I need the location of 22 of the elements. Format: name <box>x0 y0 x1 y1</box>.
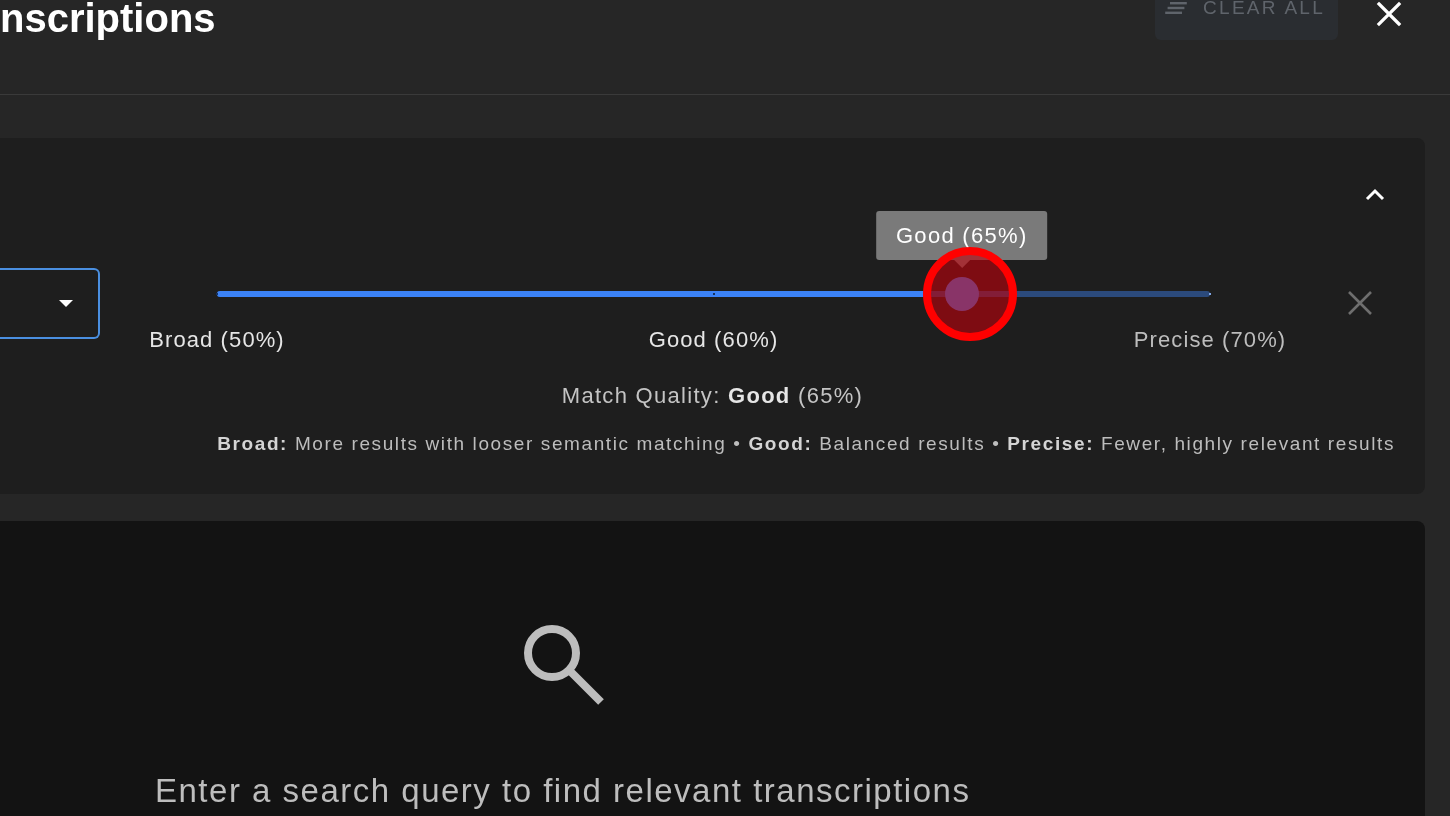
close-icon <box>1347 290 1373 316</box>
slider-track[interactable] <box>217 291 1210 297</box>
dropdown-field[interactable] <box>0 268 100 339</box>
tick-mark-icon <box>712 293 715 295</box>
caret-down-icon <box>59 300 73 307</box>
slider-mark-label: Precise (70%) <box>1133 327 1287 353</box>
legend-text: Broad: More results with looser semantic matching • Good: Balanced results • Precise: Fewer, highly relevant results <box>217 433 1395 455</box>
slider-tooltip: Good (65%) <box>875 211 1048 268</box>
tick-mark-icon <box>216 293 218 295</box>
chevron-up-icon <box>1365 188 1385 202</box>
stacked-lines-icon <box>1165 2 1187 14</box>
page-title: nscriptions <box>0 0 216 38</box>
slider-thumb[interactable] <box>944 277 979 311</box>
collapse-button[interactable] <box>1365 188 1385 202</box>
slider-mark-label: Good (60%) <box>648 327 779 353</box>
close-button[interactable] <box>1375 0 1403 28</box>
slider-mark-label: Broad (50%) <box>149 327 285 353</box>
match-quality-text: Match Quality: Good (65%) <box>561 383 864 409</box>
empty-state-text: Enter a search query to find relevant transcriptions <box>155 772 971 810</box>
tick-mark-icon <box>1209 293 1211 295</box>
clear-button[interactable] <box>1347 290 1373 316</box>
close-icon <box>1375 0 1403 28</box>
